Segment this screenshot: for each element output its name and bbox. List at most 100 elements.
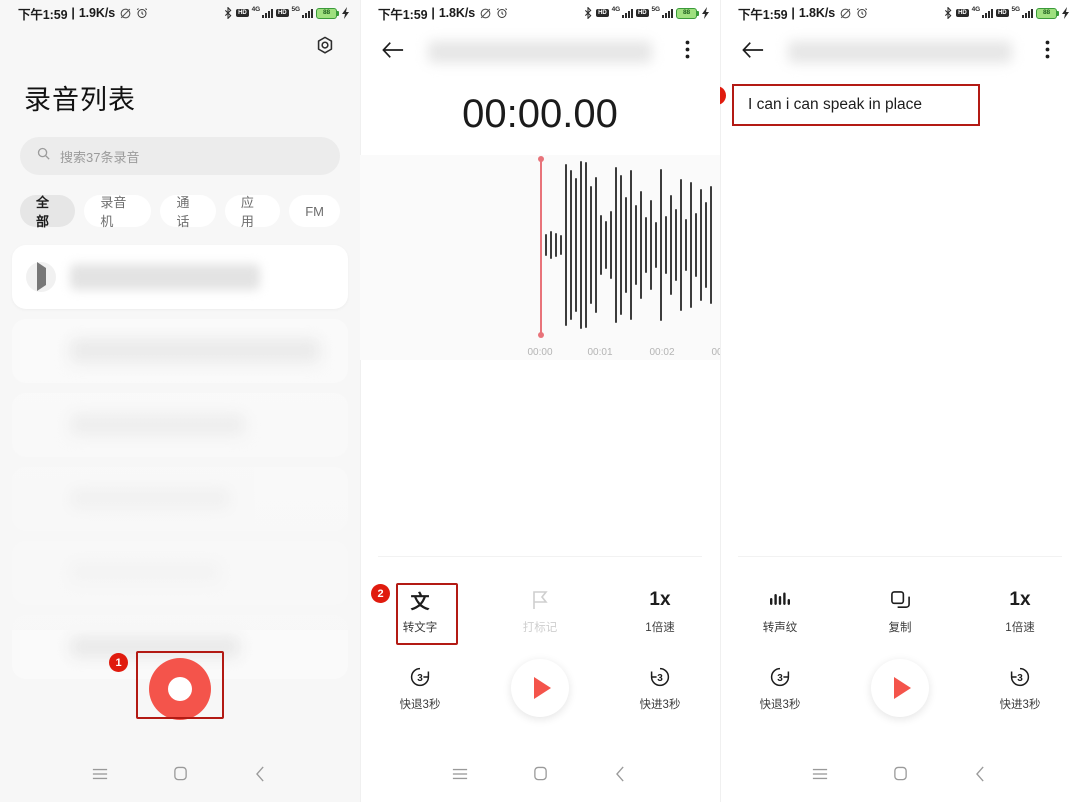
list-item[interactable]	[12, 319, 348, 383]
list-item[interactable]	[12, 393, 348, 457]
status-separator: |	[71, 6, 75, 20]
home-square-icon	[173, 766, 188, 786]
back-arrow-icon	[742, 41, 764, 64]
5g-signal-icon	[662, 8, 673, 18]
4g-signal-icon	[622, 8, 634, 18]
controls-row-top: 转声纹 复制 1x 1倍速	[720, 576, 1080, 647]
overflow-menu-button[interactable]	[1030, 35, 1064, 69]
rewind-3s-button[interactable]: 3 快退3秒	[360, 647, 480, 729]
redacted-content	[70, 488, 230, 510]
hd-icon: HD	[596, 9, 609, 17]
list-item[interactable]	[12, 245, 348, 309]
record-circle-icon	[168, 677, 192, 701]
filter-chip-call[interactable]: 通话	[160, 195, 216, 229]
recents-button[interactable]	[440, 756, 480, 796]
copy-icon	[890, 588, 911, 612]
back-button[interactable]	[240, 756, 280, 796]
play-button[interactable]	[26, 262, 56, 292]
forward-3s-button[interactable]: 3 快进3秒	[600, 647, 720, 729]
battery-icon: 88	[1036, 7, 1059, 19]
dnd-icon	[479, 7, 492, 20]
play-pause-button[interactable]	[840, 647, 960, 729]
transcription-text: I can i can speak in place	[748, 96, 923, 113]
charging-icon	[702, 7, 710, 19]
status-net-speed: 1.8K/s	[798, 6, 836, 20]
filter-chip-all[interactable]: 全部	[20, 195, 76, 229]
alarm-icon	[856, 7, 868, 19]
toolbar-divider	[738, 556, 1062, 557]
annotation-badge-1: 1	[109, 653, 128, 672]
copy-button[interactable]: 复制	[840, 576, 960, 647]
settings-button[interactable]	[310, 33, 340, 63]
list-item[interactable]	[12, 467, 348, 531]
filter-chip-app[interactable]: 应用	[224, 195, 281, 229]
bluetooth-icon	[583, 7, 593, 19]
panel1-topbar	[0, 26, 360, 70]
4g-label-icon: 4G	[971, 5, 981, 13]
status-bar-right: HD 4G HD 5G 88	[943, 5, 1070, 19]
4g-label-icon: 4G	[251, 5, 261, 13]
flag-marker-icon	[532, 588, 549, 612]
add-marker-button[interactable]: 打标记	[480, 576, 600, 647]
5g-label-icon: 5G	[651, 5, 661, 13]
control-label: 打标记	[522, 622, 558, 634]
home-button[interactable]	[160, 756, 200, 796]
battery-icon: 88	[676, 7, 699, 19]
back-button[interactable]	[376, 35, 410, 69]
badge-number: 1	[115, 656, 122, 669]
status-time: 下午1:59	[378, 7, 428, 22]
back-button[interactable]	[600, 756, 640, 796]
control-label: 1倍速	[1005, 622, 1035, 634]
filter-chip-fm[interactable]: FM	[289, 195, 341, 227]
filter-chip-recorder[interactable]: 录音机	[84, 195, 152, 229]
dnd-icon	[119, 7, 132, 20]
home-button[interactable]	[880, 756, 920, 796]
home-square-icon	[533, 766, 548, 786]
recents-button[interactable]	[800, 756, 840, 796]
search-placeholder: 搜索37条录音	[60, 149, 140, 165]
speed-button[interactable]: 1x 1倍速	[600, 576, 720, 647]
battery-level: 88	[682, 8, 691, 16]
charging-icon	[342, 7, 350, 19]
status-bar-right: HD 4G HD 5G 88	[223, 5, 350, 19]
play-button[interactable]	[511, 659, 569, 717]
list-item[interactable]	[12, 541, 348, 605]
search-input[interactable]: 搜索37条录音	[20, 137, 340, 175]
recents-button[interactable]	[80, 756, 120, 796]
waveform-area[interactable]: 00:00 00:01 00:02 00	[360, 155, 720, 360]
hd-icon: HD	[996, 9, 1009, 17]
playback-controls: 转声纹 复制 1x 1倍速 3 快退3秒 3 快进3秒	[720, 576, 1080, 729]
control-label: 转声纹	[762, 622, 798, 634]
overflow-menu-button[interactable]	[670, 35, 704, 69]
overflow-menu-icon	[1045, 40, 1050, 64]
5g-label-icon: 5G	[1011, 5, 1021, 13]
forward-3s-button[interactable]: 3 快进3秒	[960, 647, 1080, 729]
navigation-bar	[720, 750, 1080, 802]
battery-level: 88	[1042, 8, 1051, 16]
back-chevron-icon	[614, 765, 627, 787]
svg-text:3: 3	[417, 673, 423, 684]
recents-icon	[452, 767, 468, 786]
4g-signal-icon	[982, 8, 994, 18]
play-button[interactable]	[871, 659, 929, 717]
control-label: 1倍速	[645, 622, 675, 634]
recents-icon	[92, 767, 108, 786]
transcription-text-box[interactable]: I can i can speak in place	[732, 84, 980, 126]
recording-timer: 00:00.00	[462, 92, 618, 136]
play-pause-button[interactable]	[480, 647, 600, 729]
playhead[interactable]	[538, 156, 544, 338]
voiceprint-button[interactable]: 转声纹	[720, 576, 840, 647]
speed-button[interactable]: 1x 1倍速	[960, 576, 1080, 647]
home-button[interactable]	[520, 756, 560, 796]
status-time: 下午1:59	[18, 7, 68, 22]
tick-label: 00	[711, 347, 720, 358]
rewind-3s-button[interactable]: 3 快退3秒	[720, 647, 840, 729]
tick-label: 00:00	[527, 347, 553, 358]
back-arrow-icon	[382, 41, 404, 64]
recording-list[interactable]	[0, 227, 360, 679]
back-button[interactable]	[960, 756, 1000, 796]
record-button[interactable]	[149, 658, 211, 720]
5g-signal-icon	[1022, 8, 1033, 18]
back-button[interactable]	[736, 35, 770, 69]
panel-transcription: 下午1:59 | 1.8K/s HD 4G HD 5G 88 I can i c…	[720, 0, 1080, 802]
